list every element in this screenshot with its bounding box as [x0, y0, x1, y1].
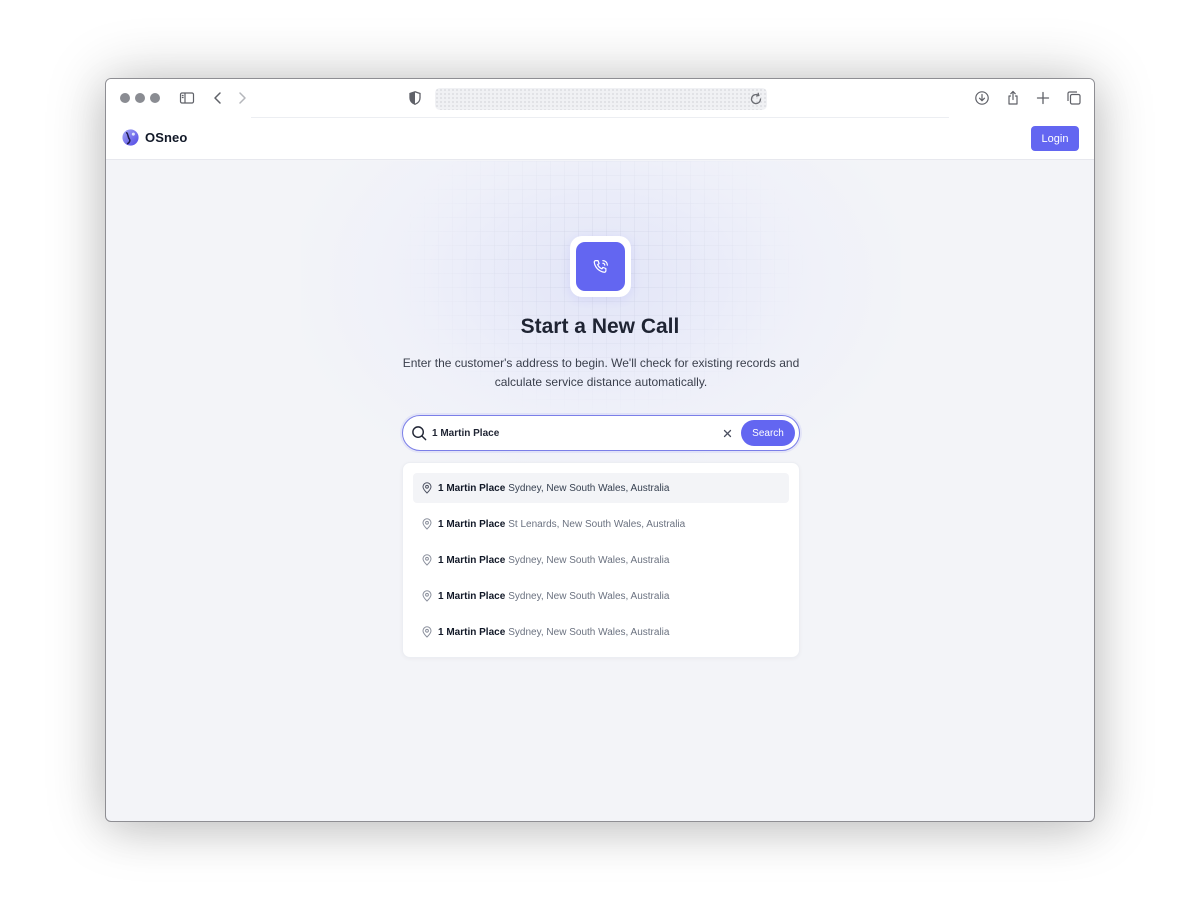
- suggestion-secondary-text: St Lenards, New South Wales, Australia: [508, 518, 686, 530]
- location-pin-icon: [422, 626, 432, 638]
- main-content: Start a New Call Enter the customer's ad…: [106, 161, 1094, 821]
- page-title: Start a New Call: [520, 315, 680, 338]
- suggestion-item[interactable]: 1 Martin Place Sydney, New South Wales, …: [413, 473, 789, 503]
- minimize-window-dot[interactable]: [135, 93, 145, 103]
- address-bar[interactable]: [435, 88, 767, 110]
- forward-icon[interactable]: [233, 89, 251, 107]
- sidebar-icon[interactable]: [178, 89, 196, 107]
- logo-icon: [122, 129, 139, 146]
- brand-name: OSneo: [145, 130, 188, 145]
- browser-toolbar: [106, 79, 1094, 118]
- maximize-window-dot[interactable]: [150, 93, 160, 103]
- app-navbar: OSneo Login: [106, 118, 1094, 160]
- clear-icon[interactable]: [721, 427, 734, 440]
- suggestion-secondary-text: Sydney, New South Wales, Australia: [508, 554, 670, 566]
- address-search-box[interactable]: Search: [402, 415, 800, 451]
- hero-icon-tile: [576, 242, 625, 291]
- suggestion-main-text: 1 Martin Place: [438, 482, 506, 494]
- download-icon[interactable]: [973, 89, 991, 107]
- browser-window: OSneo Login Start a New Call Enter the c…: [105, 78, 1095, 822]
- brand-logo[interactable]: OSneo: [121, 128, 187, 147]
- reload-icon[interactable]: [748, 91, 764, 107]
- address-search-input[interactable]: [432, 424, 712, 442]
- login-button[interactable]: Login: [1031, 126, 1079, 151]
- search-icon: [412, 426, 427, 441]
- phone-call-icon: [593, 259, 608, 273]
- tabs-overview-icon[interactable]: [1065, 89, 1083, 107]
- suggestion-secondary-text: Sydney, New South Wales, Australia: [508, 626, 670, 638]
- location-pin-icon: [422, 590, 432, 602]
- back-icon[interactable]: [209, 89, 227, 107]
- shield-icon[interactable]: [406, 89, 424, 107]
- location-pin-icon: [422, 518, 432, 530]
- location-pin-icon: [422, 554, 432, 566]
- suggestion-item[interactable]: 1 Martin Place St Lenards, New South Wal…: [413, 509, 789, 539]
- share-icon[interactable]: [1004, 89, 1022, 107]
- search-button[interactable]: Search: [741, 420, 795, 446]
- close-window-dot[interactable]: [120, 93, 130, 103]
- suggestion-item[interactable]: 1 Martin Place Sydney, New South Wales, …: [413, 581, 789, 611]
- suggestion-secondary-text: Sydney, New South Wales, Australia: [508, 482, 670, 494]
- suggestion-item[interactable]: 1 Martin Place Sydney, New South Wales, …: [413, 545, 789, 575]
- window-controls[interactable]: [120, 93, 160, 103]
- address-suggestions: 1 Martin Place Sydney, New South Wales, …: [402, 462, 800, 658]
- suggestion-main-text: 1 Martin Place: [438, 590, 506, 602]
- suggestion-item[interactable]: 1 Martin Place Sydney, New South Wales, …: [413, 617, 789, 647]
- suggestion-main-text: 1 Martin Place: [438, 626, 506, 638]
- suggestion-main-text: 1 Martin Place: [438, 518, 506, 530]
- suggestion-secondary-text: Sydney, New South Wales, Australia: [508, 590, 670, 602]
- suggestion-main-text: 1 Martin Place: [438, 554, 506, 566]
- hero-icon-frame: [570, 236, 631, 297]
- page-subtitle: Enter the customer's address to begin. W…: [402, 356, 800, 389]
- new-tab-icon[interactable]: [1034, 89, 1052, 107]
- location-pin-icon: [422, 482, 432, 494]
